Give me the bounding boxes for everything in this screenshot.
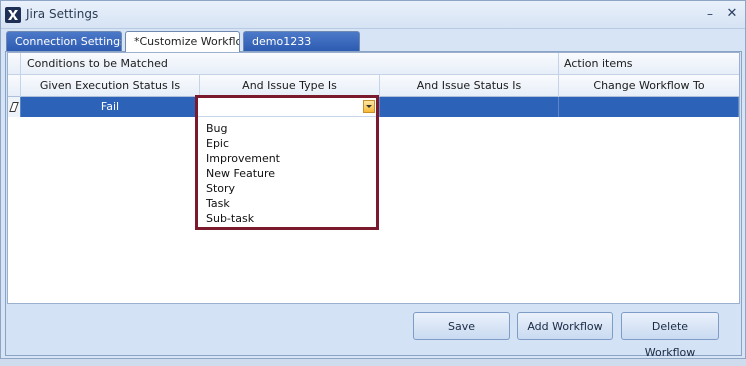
group-header-actions: Action items — [564, 57, 633, 70]
column-header-issue-type[interactable]: And Issue Type Is — [200, 75, 380, 97]
group-header-conditions: Conditions to be Matched — [21, 53, 559, 75]
jira-app-icon — [5, 7, 21, 23]
tab-customize-workflow[interactable]: *Customize Workflow — [125, 31, 240, 52]
indicator-corner — [8, 53, 21, 75]
column-header-issue-status[interactable]: And Issue Status Is — [380, 75, 559, 97]
dropdown-option-bug[interactable]: Bug — [206, 121, 228, 136]
dropdown-option-new-feature[interactable]: New Feature — [206, 166, 275, 181]
jira-settings-window: Jira Settings – ✕ Connection Settings *C… — [0, 0, 746, 359]
column-header-change-workflow[interactable]: Change Workflow To — [559, 75, 739, 97]
dropdown-option-sub-task[interactable]: Sub-task — [206, 211, 254, 226]
row-indicator — [8, 97, 21, 117]
cell-change-workflow[interactable] — [559, 97, 739, 117]
chevron-down-icon[interactable] — [363, 100, 375, 113]
save-button[interactable]: Save — [413, 312, 510, 340]
dropdown-option-improvement[interactable]: Improvement — [206, 151, 280, 166]
tab-connection-settings[interactable]: Connection Settings — [6, 31, 122, 51]
delete-workflow-button[interactable]: Delete Workflow — [621, 312, 719, 359]
add-workflow-button[interactable]: Add Workflow — [517, 312, 613, 340]
cell-execution-status[interactable]: Fail — [21, 97, 200, 117]
close-icon[interactable]: ✕ — [723, 5, 741, 23]
indicator-header — [8, 75, 21, 97]
issue-type-dropdown-list: Bug Epic Improvement New Feature Story T… — [195, 95, 379, 230]
tab-demo1233[interactable]: demo1233 — [243, 31, 360, 51]
column-header-row: Given Execution Status Is And Issue Type… — [8, 75, 739, 97]
dropdown-option-epic[interactable]: Epic — [206, 136, 229, 151]
title-bar: Jira Settings – ✕ — [1, 1, 745, 29]
pencil-edit-icon — [9, 102, 19, 112]
issue-type-dropdown-editor[interactable] — [198, 98, 376, 117]
column-group-row: Conditions to be Matched Action items — [8, 53, 739, 75]
window-title: Jira Settings — [26, 7, 99, 21]
dropdown-option-story[interactable]: Story — [206, 181, 235, 196]
cell-issue-status[interactable] — [380, 97, 559, 117]
dropdown-option-task[interactable]: Task — [206, 196, 230, 211]
minimize-icon[interactable]: – — [701, 5, 719, 23]
column-header-execution-status[interactable]: Given Execution Status Is — [21, 75, 200, 97]
